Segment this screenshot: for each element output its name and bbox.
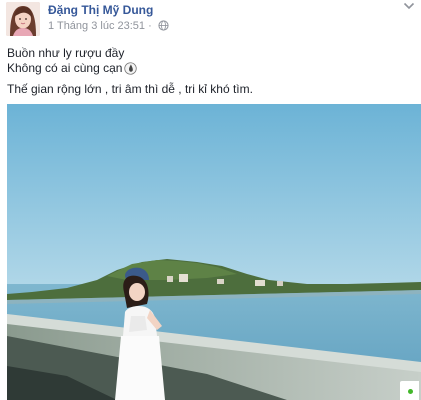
caption-line-2: Không có ai cùng cạn xyxy=(7,61,138,75)
post-meta: 1 Tháng 3 lúc 23:51 · xyxy=(48,20,169,32)
caption-line-3: Thế gian rộng lớn , tri âm thì dễ , tri … xyxy=(7,82,253,96)
globe-icon[interactable] xyxy=(158,20,169,31)
facebook-post: Đặng Thị Mỹ Dung 1 Tháng 3 lúc 23:51 · B… xyxy=(0,0,421,400)
avatar[interactable] xyxy=(6,2,40,36)
online-status-indicator xyxy=(400,381,419,400)
post-timestamp-link[interactable]: 1 Tháng 3 lúc 23:51 xyxy=(48,20,145,32)
caption-line-1: Buồn như ly rượu đầy xyxy=(7,46,125,60)
avatar-image xyxy=(6,2,40,36)
post-photo[interactable] xyxy=(7,104,421,400)
meta-separator: · xyxy=(148,20,152,32)
chevron-down-icon[interactable] xyxy=(403,1,415,11)
caption-line-2-text: Không có ai cùng cạn xyxy=(7,61,123,75)
droplet-icon xyxy=(124,62,138,75)
author-name-link[interactable]: Đặng Thị Mỹ Dung xyxy=(48,3,153,17)
seaside-photo xyxy=(7,104,421,400)
